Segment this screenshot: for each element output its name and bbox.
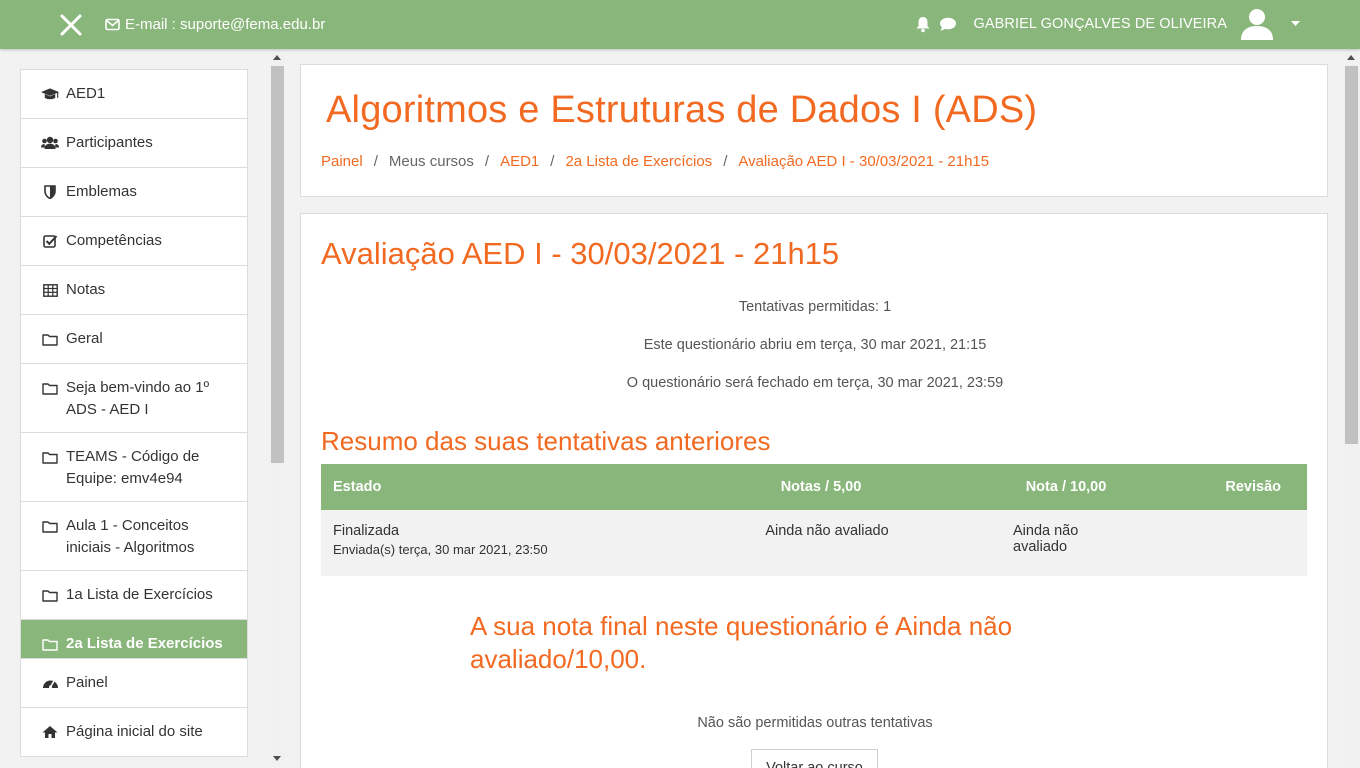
breadcrumb-separator: / <box>373 153 378 170</box>
breadcrumb-aed1[interactable]: AED1 <box>500 153 539 170</box>
sidebar-item-competencias[interactable]: Competências <box>21 217 247 266</box>
page-header: Algoritmos e Estruturas de Dados I (ADS)… <box>300 64 1328 197</box>
sidebar-item-aed1[interactable]: AED1 <box>21 70 247 119</box>
folder-icon <box>41 446 59 468</box>
breadcrumb-meus-cursos: Meus cursos <box>388 153 474 170</box>
cell-grade: Ainda não avaliado <box>1001 510 1131 576</box>
course-nav: AED1 Participantes Emblemas Competências… <box>20 69 248 669</box>
breadcrumb-separator: / <box>484 153 490 170</box>
bell-icon[interactable] <box>915 16 931 33</box>
support-email[interactable]: E-mail : suporte@fema.edu.br <box>105 16 325 33</box>
sidebar-item-label: 1a Lista de Exercícios <box>66 586 213 603</box>
sidebar-item-1a-lista[interactable]: 1a Lista de Exercícios <box>21 571 247 620</box>
sidebar-item-label: Participantes <box>66 134 153 151</box>
users-icon <box>41 132 59 154</box>
breadcrumb-avaliacao[interactable]: Avaliação AED I - 30/03/2021 - 21h15 <box>738 153 989 170</box>
attempts-table: Estado Notas / 5,00 Nota / 10,00 Revisão… <box>321 464 1307 576</box>
attempts-summary-title: Resumo das suas tentativas anteriores <box>321 426 771 456</box>
scroll-down-arrow-icon[interactable] <box>273 756 281 761</box>
quiz-title: Avaliação AED I - 30/03/2021 - 21h15 <box>321 236 840 271</box>
cell-review <box>1131 510 1307 576</box>
sidebar-item-seja-bem-vindo[interactable]: Seja bem-vindo ao 1º ADS - AED I <box>21 364 247 433</box>
folder-icon <box>41 584 59 606</box>
cell-marks: Ainda não avaliado <box>641 510 1001 576</box>
course-title: Algoritmos e Estruturas de Dados I (ADS) <box>326 89 1038 131</box>
close-icon[interactable] <box>58 12 84 38</box>
user-avatar-icon[interactable] <box>1239 6 1275 42</box>
header-notas: Notas / 5,00 <box>641 464 1001 510</box>
sidebar-item-painel[interactable]: Painel <box>21 659 247 708</box>
sidebar-item-geral[interactable]: Geral <box>21 315 247 364</box>
sidebar-item-pagina-inicial[interactable]: Página inicial do site <box>21 708 247 756</box>
sidebar-item-label: Painel <box>66 674 108 691</box>
site-nav: Painel Página inicial do site <box>20 658 248 757</box>
sidebar-item-notas[interactable]: Notas <box>21 266 247 315</box>
sidebar-item-emblemas[interactable]: Emblemas <box>21 168 247 217</box>
quiz-content: Avaliação AED I - 30/03/2021 - 21h15 Ten… <box>300 213 1328 768</box>
scroll-up-arrow-icon[interactable] <box>273 55 281 60</box>
page-scroll-up-arrow-icon[interactable] <box>1347 55 1355 60</box>
user-menu: GABRIEL GONÇALVES DE OLIVEIRA <box>915 6 1300 42</box>
chat-icon[interactable] <box>939 17 957 32</box>
no-more-attempts-message: Não são permitidas outras tentativas <box>697 715 933 731</box>
graduation-cap-icon <box>41 83 59 105</box>
sidebar-item-participantes[interactable]: Participantes <box>21 119 247 168</box>
sidebar-item-label: Página inicial do site <box>66 723 203 740</box>
table-header-row: Estado Notas / 5,00 Nota / 10,00 Revisão <box>321 464 1307 510</box>
sidebar-item-label: Seja bem-vindo ao 1º ADS - AED I <box>66 379 210 418</box>
attempt-state: Finalizada <box>333 523 400 539</box>
dashboard-icon <box>41 672 59 694</box>
sidebar-item-label: Notas <box>66 281 106 298</box>
sidebar-item-teams[interactable]: TEAMS - Código de Equipe: emv4e94 <box>21 433 247 502</box>
attempt-submitted: Enviada(s) terça, 30 mar 2021, 23:50 <box>333 542 548 557</box>
table-icon <box>41 279 59 301</box>
sidebar-item-label: Aula 1 - Conceitos iniciais - Algoritmos <box>66 517 195 556</box>
sidebar-item-label: TEAMS - Código de Equipe: emv4e94 <box>66 448 200 487</box>
final-grade-message: A sua nota final neste questionário é Ai… <box>470 611 1013 674</box>
envelope-icon <box>105 18 120 31</box>
breadcrumb-separator: / <box>723 153 728 170</box>
sidebar-item-label: Emblemas <box>66 183 137 200</box>
breadcrumb: Painel / Meus cursos / AED1 / 2a Lista d… <box>321 153 989 170</box>
folder-icon <box>41 633 59 655</box>
folder-icon <box>41 515 59 537</box>
sidebar-item-label: Competências <box>66 232 162 249</box>
back-to-course-button[interactable]: Voltar ao curso <box>751 749 878 768</box>
folder-icon <box>41 377 59 399</box>
breadcrumb-separator: / <box>550 153 555 170</box>
home-icon <box>41 721 59 743</box>
caret-down-icon[interactable] <box>1291 21 1300 27</box>
folder-icon <box>41 328 59 350</box>
table-row: Finalizada Enviada(s) terça, 30 mar 2021… <box>321 510 1307 576</box>
breadcrumb-painel[interactable]: Painel <box>321 153 363 170</box>
sidebar-scrollbar-thumb[interactable] <box>271 66 284 463</box>
attempts-allowed: Tentativas permitidas: 1 <box>738 299 892 315</box>
cell-state: Finalizada Enviada(s) terça, 30 mar 2021… <box>321 510 641 576</box>
header-nota: Nota / 10,00 <box>1001 464 1131 510</box>
sidebar-item-aula-1[interactable]: Aula 1 - Conceitos iniciais - Algoritmos <box>21 502 247 571</box>
sidebar: AED1 Participantes Emblemas Competências… <box>0 49 285 768</box>
quiz-opened-date: Este questionário abriu em terça, 30 mar… <box>643 337 987 353</box>
checkbox-icon <box>41 230 59 252</box>
header-estado: Estado <box>321 464 641 510</box>
user-name[interactable]: GABRIEL GONÇALVES DE OLIVEIRA <box>973 16 1227 32</box>
sidebar-item-label: 2a Lista de Exercícios <box>66 635 223 652</box>
sidebar-item-label: Geral <box>66 330 103 347</box>
header-revisao: Revisão <box>1131 464 1307 510</box>
quiz-close-date: O questionário será fechado em terça, 30… <box>626 375 1004 391</box>
shield-icon <box>41 181 59 203</box>
page-scrollbar-thumb[interactable] <box>1345 66 1358 444</box>
support-email-text: E-mail : suporte@fema.edu.br <box>125 16 326 33</box>
breadcrumb-2a-lista[interactable]: 2a Lista de Exercícios <box>565 153 712 170</box>
sidebar-item-label: AED1 <box>66 85 106 102</box>
top-navbar: E-mail : suporte@fema.edu.br GABRIEL GON… <box>0 0 1360 49</box>
